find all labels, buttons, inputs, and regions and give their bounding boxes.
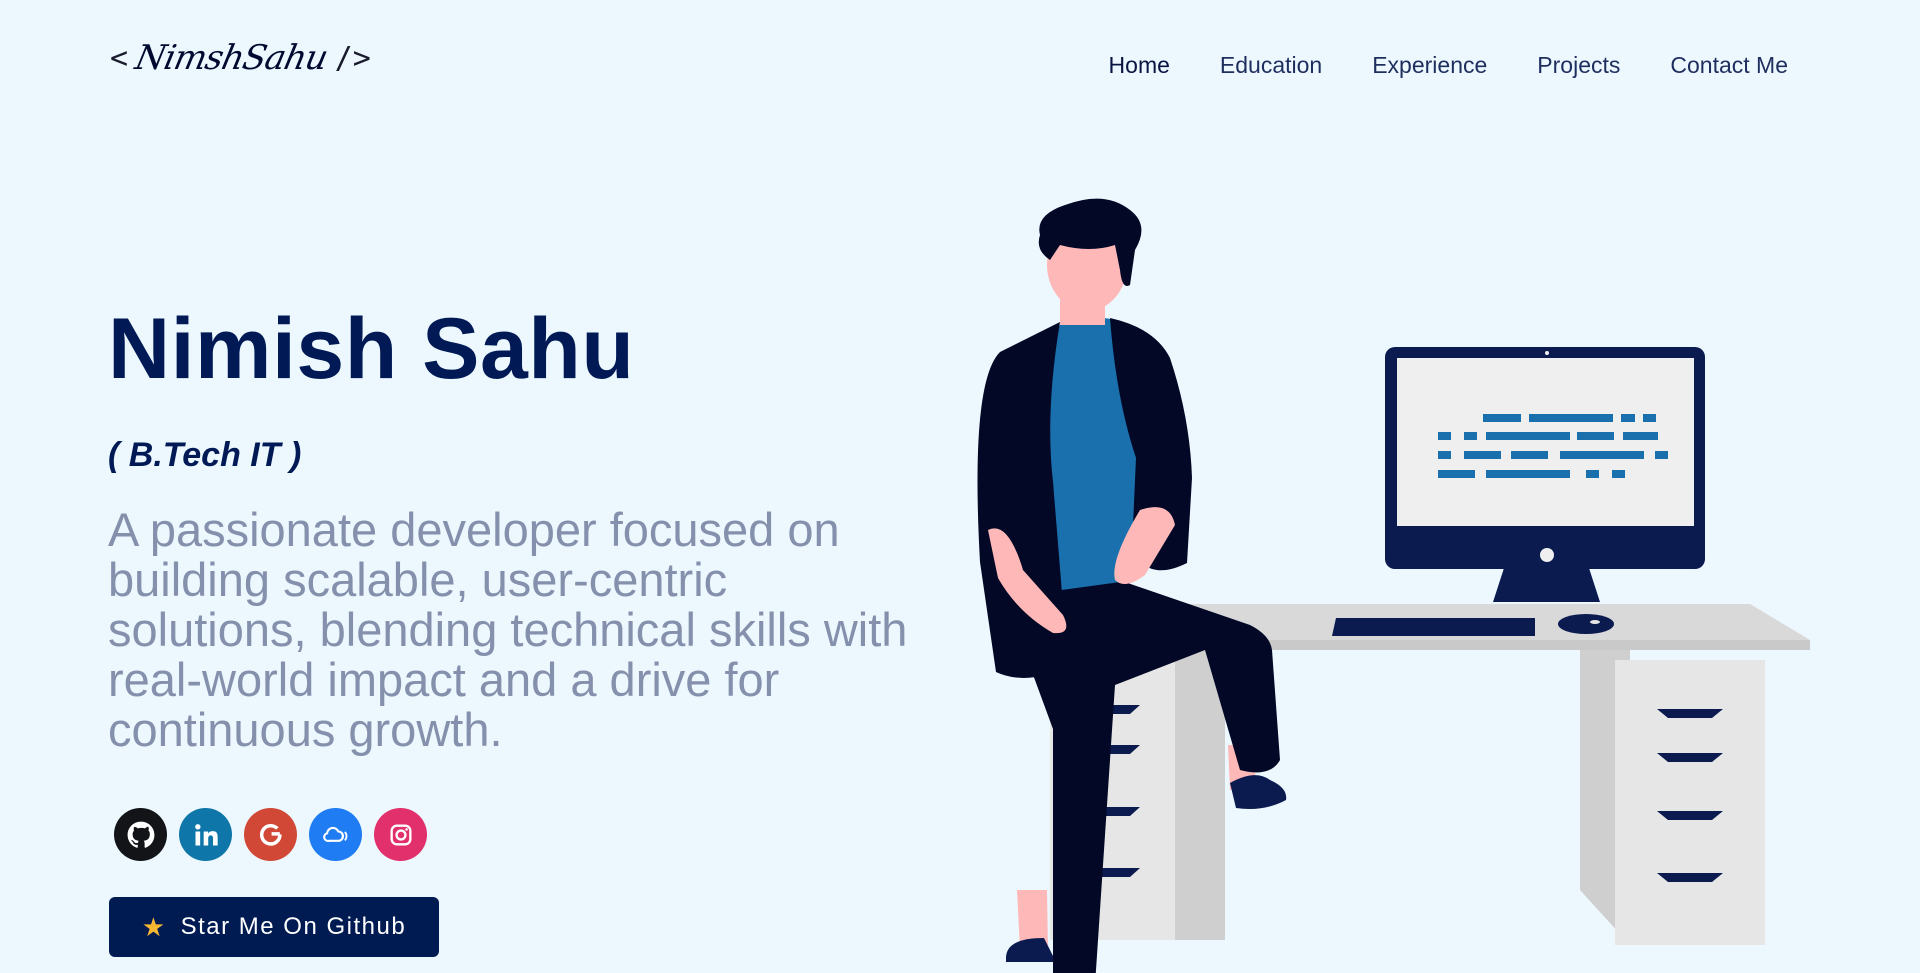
- star-icon: ★: [141, 911, 167, 942]
- developer-illustration: [977, 198, 1810, 973]
- logo-open-bracket: <: [110, 40, 129, 76]
- site-header: < NimshSahu /> Home Education Experience…: [0, 0, 1920, 140]
- cloud-icon: [322, 826, 347, 842]
- linkedin-icon: [194, 823, 218, 845]
- nav-education[interactable]: Education: [1220, 52, 1322, 78]
- logo-signature: NimshSahu: [131, 38, 331, 78]
- star-button-label: Star Me On Github: [180, 913, 407, 940]
- monitor-stand: [1493, 565, 1600, 602]
- hero-degree: ( B.Tech IT ): [108, 436, 302, 474]
- monitor-power-dot: [1540, 548, 1554, 562]
- social-links: [114, 808, 427, 861]
- logo-close-bracket: />: [334, 40, 371, 76]
- hero-description: A passionate developer focused on buildi…: [108, 503, 908, 756]
- logo[interactable]: < NimshSahu />: [110, 38, 371, 78]
- instagram-link[interactable]: [374, 808, 427, 861]
- instagram-icon: [390, 824, 411, 845]
- nav-home[interactable]: Home: [1109, 52, 1170, 78]
- person-shoe-right: [1230, 775, 1287, 809]
- nav-contact-me[interactable]: Contact Me: [1670, 52, 1788, 78]
- google-link[interactable]: [244, 808, 297, 861]
- hero-name: Nimish Sahu: [108, 301, 635, 397]
- star-on-github-button[interactable]: ★ Star Me On Github: [109, 897, 439, 957]
- linkedin-link[interactable]: [179, 808, 232, 861]
- cloud-link[interactable]: [309, 808, 362, 861]
- nav-projects[interactable]: Projects: [1537, 52, 1620, 78]
- monitor-screen: [1397, 358, 1694, 526]
- github-link[interactable]: [114, 808, 167, 861]
- right-cabinet: [1615, 660, 1765, 945]
- keyboard: [1332, 618, 1535, 636]
- nav-list: Home Education Experience Projects Conta…: [1109, 52, 1788, 79]
- nav-experience[interactable]: Experience: [1372, 52, 1487, 78]
- person-shoe-left: [1006, 938, 1056, 962]
- github-icon: [127, 821, 154, 848]
- mouse: [1558, 614, 1614, 634]
- google-icon: [259, 823, 282, 846]
